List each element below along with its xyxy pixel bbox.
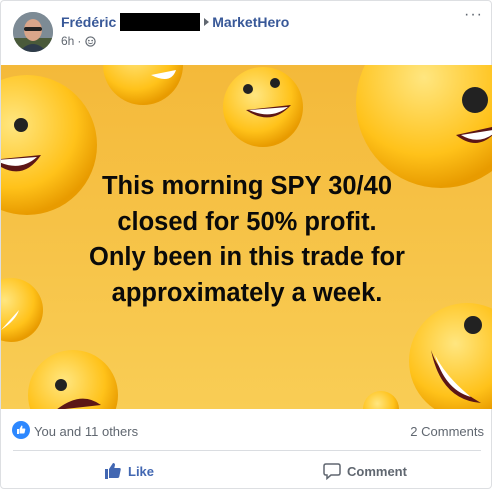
thumbs-up-icon <box>105 463 121 479</box>
author-line: Frédéric MarketHero <box>61 13 289 31</box>
post-header: Frédéric MarketHero 6h · ··· <box>1 1 492 63</box>
feed-post: Frédéric MarketHero 6h · ··· This mornin… <box>0 0 492 489</box>
like-badge-icon[interactable] <box>12 421 30 439</box>
caption-line: This morning SPY 30/40 <box>101 172 393 200</box>
like-button[interactable]: Like <box>104 452 154 489</box>
likes-summary-link[interactable]: You and 11 others <box>34 424 138 439</box>
post-actions: Like Comment <box>1 452 492 489</box>
caption-line: closed for 50% profit. <box>117 207 377 236</box>
caption-line: approximately a week. <box>111 278 383 307</box>
divider <box>13 450 481 451</box>
caption-line: Only been in this trade for <box>89 243 405 272</box>
post-image[interactable]: This morning SPY 30/40 closed for 50% pr… <box>1 65 492 409</box>
reactions-bar: You and 11 others 2 Comments <box>1 413 492 447</box>
image-caption: This morning SPY 30/40 closed for 50% pr… <box>41 169 453 311</box>
caret-right-icon <box>204 18 210 26</box>
comment-button-label: Comment <box>347 463 407 479</box>
post-timestamp[interactable]: 6h <box>61 34 74 48</box>
comment-icon <box>323 463 341 480</box>
author-name-link[interactable]: Frédéric <box>61 14 116 30</box>
globe-icon[interactable] <box>85 35 97 47</box>
meta-separator: · <box>77 34 82 48</box>
like-button-label: Like <box>128 463 155 479</box>
avatar[interactable] <box>13 12 53 52</box>
redacted-name-block <box>120 13 201 31</box>
avatar-photo <box>13 12 53 52</box>
group-name-link[interactable]: MarketHero <box>212 14 289 30</box>
more-options-icon[interactable]: ··· <box>464 7 483 23</box>
comment-button[interactable]: Comment <box>323 452 407 489</box>
post-meta: 6h · <box>61 34 97 48</box>
comments-count-link[interactable]: 2 Comments <box>410 424 484 439</box>
